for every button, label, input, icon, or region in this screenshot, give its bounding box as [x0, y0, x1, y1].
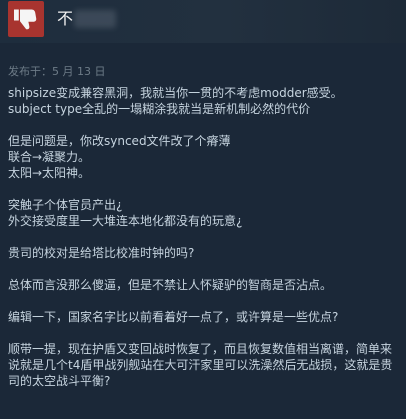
review-card: 不 发布于：5 月 13 日 shipsize变成兼容黑洞，我就当你一贯的不考虑… [0, 0, 406, 419]
posted-date: 发布于：5 月 13 日 [8, 65, 106, 78]
review-paragraph: shipsize变成兼容黑洞，我就当你一贯的不考虑modder感受。 subje… [8, 86, 343, 116]
review-paragraph: 但是问题是，你改synced文件改了个瘠薄 联合→凝聚力。 太阳→太阳神。 [8, 134, 231, 180]
review-paragraph: 总体而言没那么傻逼，但是不禁让人怀疑驴的智商是否沾点。 [8, 278, 333, 292]
not-recommended-badge[interactable] [8, 1, 44, 37]
review-body: shipsize变成兼容黑洞，我就当你一贯的不考虑modder感受。 subje… [8, 85, 402, 389]
review-paragraph: 编辑一下，国家名字比以前看着好一点了，或许算是一些优点? [8, 310, 339, 324]
blurred-reviewer-name [74, 10, 116, 28]
review-header: 不 [0, 0, 406, 43]
recommendation-label: 不 [57, 9, 74, 28]
thumbs-down-icon [14, 9, 37, 30]
review-paragraph: 贵司的校对是给塔比校准时钟的吗? [8, 246, 195, 260]
review-paragraph: 突触子个体官员产出¿ 外交接受度里一大堆连本地化都没有的玩意¿ [8, 198, 243, 228]
review-paragraph: 顺带一提，现在护盾又变回战时恢复了，而且恢复数值相当离谱，简单来说就是几个t4盾… [8, 342, 393, 388]
